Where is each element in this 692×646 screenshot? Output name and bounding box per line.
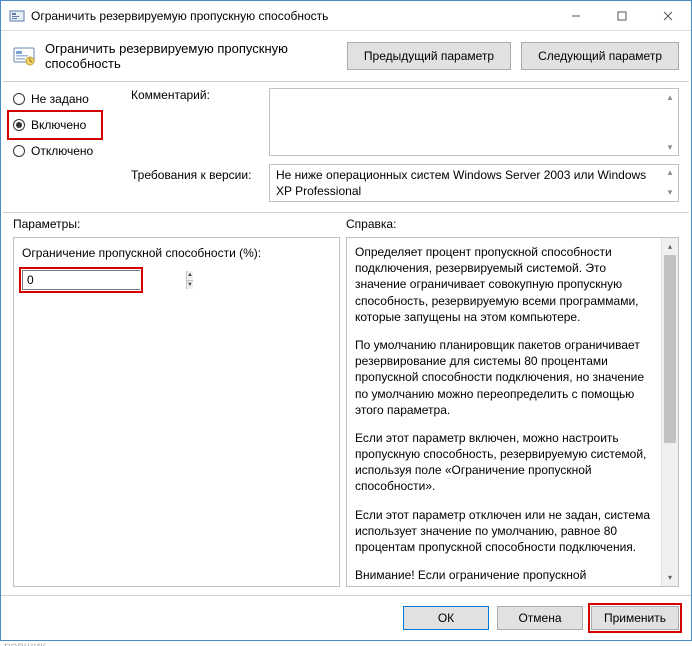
minimize-button[interactable] [553, 1, 599, 31]
scroll-down-icon[interactable]: ▾ [664, 187, 676, 199]
radio-not-configured[interactable]: Не задано [13, 92, 123, 106]
requirements-label: Требования к версии: [131, 168, 261, 182]
app-icon [9, 8, 25, 24]
requirements-text: Не ниже операционных систем Windows Serv… [276, 168, 646, 198]
spinner-down-button[interactable]: ▼ [187, 281, 193, 290]
bandwidth-limit-spinner[interactable]: ▲ ▼ [22, 270, 140, 290]
close-button[interactable] [645, 1, 691, 31]
scroll-track[interactable] [662, 255, 678, 569]
help-panel: Определяет процент пропускной способност… [346, 237, 679, 587]
header-row: Ограничить резервируемую пропускную спос… [1, 31, 691, 81]
mid-labels: Параметры: Справка: [1, 213, 691, 237]
parameters-panel: Ограничение пропускной способности (%): … [13, 237, 340, 587]
spinner-up-button[interactable]: ▲ [187, 271, 193, 281]
cancel-button[interactable]: Отмена [497, 606, 583, 630]
radio-group: Не задано Включено Отключено [13, 88, 123, 202]
apply-button[interactable]: Применить [591, 606, 679, 630]
titlebar: Ограничить резервируемую пропускную спос… [1, 1, 691, 31]
radio-enabled[interactable]: Включено [13, 118, 123, 132]
previous-setting-button[interactable]: Предыдущий параметр [347, 42, 511, 70]
help-paragraph: Определяет процент пропускной способност… [355, 244, 657, 325]
scroll-up-icon[interactable]: ▴ [664, 91, 676, 103]
parameters-label: Параметры: [13, 217, 346, 231]
comment-label: Комментарий: [131, 88, 261, 156]
next-setting-button[interactable]: Следующий параметр [521, 42, 679, 70]
bandwidth-limit-label: Ограничение пропускной способности (%): [22, 246, 331, 260]
dialog-footer: ОК Отмена Применить [1, 595, 691, 640]
dialog-window: Ограничить резервируемую пропускную спос… [0, 0, 692, 641]
scroll-up-button[interactable]: ▴ [662, 238, 678, 255]
comment-textarea[interactable]: ▴ ▾ [269, 88, 679, 156]
maximize-button[interactable] [599, 1, 645, 31]
radio-disabled[interactable]: Отключено [13, 144, 123, 158]
bandwidth-limit-spinner-wrap: ▲ ▼ [22, 270, 140, 290]
radio-enabled-label: Включено [31, 118, 86, 132]
help-text: Определяет процент пропускной способност… [347, 238, 661, 586]
top-section: Не задано Включено Отключено Комментарий… [1, 82, 691, 212]
help-paragraph: Если этот параметр включен, можно настро… [355, 430, 657, 495]
help-label: Справка: [346, 217, 396, 231]
radio-not-configured-label: Не задано [31, 92, 89, 106]
bandwidth-limit-input[interactable] [23, 271, 186, 289]
scroll-up-icon[interactable]: ▴ [664, 167, 676, 179]
fields-col: ▴ ▾ Не ниже операционных систем Windows … [269, 88, 679, 202]
field-labels-col: Комментарий: Требования к версии: [131, 88, 261, 202]
help-paragraph: Внимание! Если ограничение пропускной сп… [355, 567, 657, 586]
help-paragraph: По умолчанию планировщик пакетов огранич… [355, 337, 657, 418]
policy-icon [13, 45, 35, 67]
help-paragraph: Если этот параметр отключен или не задан… [355, 507, 657, 556]
scroll-down-icon[interactable]: ▾ [664, 141, 676, 153]
header-title: Ограничить резервируемую пропускную спос… [45, 41, 337, 71]
scroll-thumb[interactable] [664, 255, 676, 443]
main-section: Ограничение пропускной способности (%): … [1, 237, 691, 595]
radio-disabled-label: Отключено [31, 144, 93, 158]
help-scrollbar[interactable]: ▴ ▾ [661, 238, 678, 586]
requirements-box: Не ниже операционных систем Windows Serv… [269, 164, 679, 202]
ok-button[interactable]: ОК [403, 606, 489, 630]
scroll-down-button[interactable]: ▾ [662, 569, 678, 586]
titlebar-title: Ограничить резервируемую пропускную спос… [31, 9, 553, 23]
